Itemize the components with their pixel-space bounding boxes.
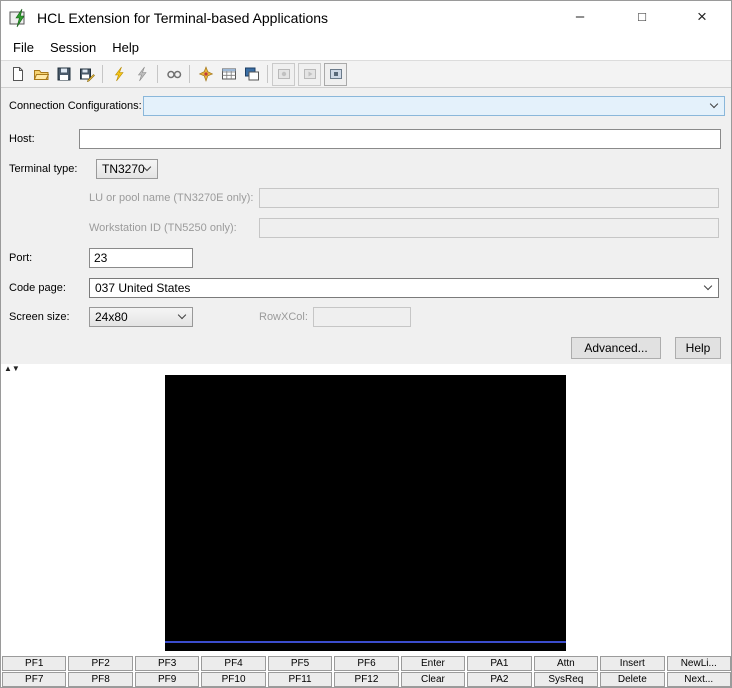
splitter-down-icon: ▼ (12, 364, 20, 373)
keypad-button-pa1[interactable]: PA1 (467, 656, 531, 671)
terminal-type-select[interactable]: TN3270 (96, 159, 158, 179)
toolbar-separator (189, 65, 190, 83)
keypad-button-pf12[interactable]: PF12 (334, 672, 398, 687)
keypad-button-attn[interactable]: Attn (534, 656, 598, 671)
advanced-button[interactable]: Advanced... (571, 337, 661, 359)
keypad-button-pf7[interactable]: PF7 (2, 672, 66, 687)
host-label: Host: (9, 129, 35, 149)
macro-play-icon (298, 63, 321, 86)
connection-configurations-label: Connection Configurations: (9, 96, 142, 116)
save-as-icon[interactable] (75, 63, 98, 86)
menu-item-session[interactable]: Session (42, 37, 104, 58)
toolbar-separator (157, 65, 158, 83)
keypad-button-pf1[interactable]: PF1 (2, 656, 66, 671)
code-page-label: Code page: (9, 278, 66, 298)
splitter-handle[interactable]: ▲▼ (4, 364, 20, 375)
keypad-button-clear[interactable]: Clear (401, 672, 465, 687)
keypad-row-2: PF7PF8PF9PF10PF11PF12ClearPA2SysReqDelet… (2, 672, 731, 687)
table-icon[interactable] (217, 63, 240, 86)
keypad-button-pf8[interactable]: PF8 (68, 672, 132, 687)
keypad-button-sysreq[interactable]: SysReq (534, 672, 598, 687)
keypad-button-pf11[interactable]: PF11 (268, 672, 332, 687)
app-icon (9, 8, 29, 28)
workstation-id-label: Workstation ID (TN5250 only): (89, 218, 237, 238)
screen-size-select[interactable]: 24x80 (89, 307, 193, 327)
save-icon[interactable] (52, 63, 75, 86)
keypad-button-insert[interactable]: Insert (600, 656, 664, 671)
lu-pool-input (259, 188, 719, 208)
rowxcol-input (313, 307, 411, 327)
keypad-button-pf4[interactable]: PF4 (201, 656, 265, 671)
links-icon[interactable] (162, 63, 185, 86)
lu-pool-label: LU or pool name (TN3270E only): (89, 188, 253, 208)
open-icon[interactable] (29, 63, 52, 86)
keypad-button-pf2[interactable]: PF2 (68, 656, 132, 671)
maximize-button[interactable]: □ (626, 1, 658, 32)
keypad-button-next[interactable]: Next... (667, 672, 731, 687)
connect-icon[interactable] (107, 63, 130, 86)
menu-item-file[interactable]: File (5, 37, 42, 58)
help-button[interactable]: Help (675, 337, 721, 359)
workstation-id-input (259, 218, 719, 238)
code-page-select[interactable]: 037 United States (89, 278, 719, 298)
keypad-button-pf10[interactable]: PF10 (201, 672, 265, 687)
minimize-button[interactable]: – (564, 1, 596, 32)
keypad-button-delete[interactable]: Delete (600, 672, 664, 687)
keypad-row-1: PF1PF2PF3PF4PF5PF6EnterPA1AttnInsertNewL… (2, 656, 731, 671)
chevron-down-icon (710, 100, 718, 108)
chevron-down-icon (704, 282, 712, 290)
port-label: Port: (9, 248, 32, 268)
keypad-button-pf6[interactable]: PF6 (334, 656, 398, 671)
screen-copy-icon[interactable] (240, 63, 263, 86)
window-title: HCL Extension for Terminal-based Applica… (37, 10, 328, 26)
toolbar-separator (102, 65, 103, 83)
close-button[interactable]: × (686, 1, 718, 32)
splitter-up-icon: ▲ (4, 364, 12, 373)
terminal-type-value: TN3270 (102, 162, 145, 176)
connection-settings-panel: Connection Configurations: Host: Termina… (1, 88, 731, 364)
toolbar-separator (267, 65, 268, 83)
keypad-button-pf9[interactable]: PF9 (135, 672, 199, 687)
port-input[interactable] (89, 248, 193, 268)
rowxcol-label: RowXCol: (259, 307, 308, 327)
menubar: FileSessionHelp (1, 34, 731, 60)
new-icon[interactable] (6, 63, 29, 86)
keyboard-remap-icon[interactable] (194, 63, 217, 86)
code-page-value: 037 United States (95, 281, 190, 295)
app-window: HCL Extension for Terminal-based Applica… (0, 0, 732, 688)
titlebar: HCL Extension for Terminal-based Applica… (1, 1, 731, 34)
oia-divider-line (165, 641, 566, 643)
macro-stop-icon[interactable] (324, 63, 347, 86)
screen-size-value: 24x80 (95, 310, 128, 324)
keypad-button-pf3[interactable]: PF3 (135, 656, 199, 671)
connection-configurations-select[interactable] (143, 96, 725, 116)
toolbar (1, 60, 731, 88)
keypad-button-enter[interactable]: Enter (401, 656, 465, 671)
macro-record-icon (272, 63, 295, 86)
terminal-screen[interactable] (165, 375, 566, 651)
keypad-button-pf5[interactable]: PF5 (268, 656, 332, 671)
menu-item-help[interactable]: Help (104, 37, 147, 58)
host-input[interactable] (79, 129, 721, 149)
disconnect-icon[interactable] (130, 63, 153, 86)
screen-size-label: Screen size: (9, 307, 70, 327)
keypad-button-pa2[interactable]: PA2 (467, 672, 531, 687)
keypad-button-newli[interactable]: NewLi... (667, 656, 731, 671)
keypad: PF1PF2PF3PF4PF5PF6EnterPA1AttnInsertNewL… (2, 656, 731, 688)
chevron-down-icon (178, 311, 186, 319)
terminal-type-label: Terminal type: (9, 159, 77, 179)
